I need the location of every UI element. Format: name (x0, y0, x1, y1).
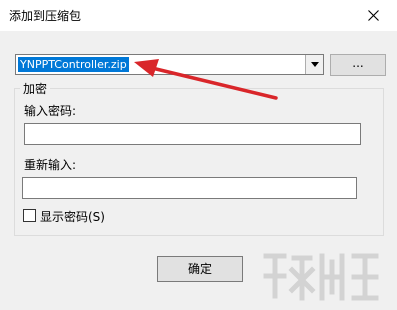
confirm-password-input[interactable] (22, 177, 357, 199)
chevron-down-icon (311, 62, 319, 67)
confirm-password-label: 重新输入: (24, 158, 77, 172)
watermark-logo (263, 253, 379, 301)
show-password-checkbox[interactable] (23, 209, 36, 222)
archive-name-value[interactable]: YNPPTController.zip (18, 57, 129, 72)
ok-button[interactable]: 确定 (157, 256, 243, 282)
encryption-group-label: 加密 (20, 80, 51, 97)
close-button[interactable] (351, 0, 397, 31)
browse-button[interactable]: ... (330, 54, 386, 76)
add-to-archive-dialog: 添加到压缩包 YNPPTController.zip ... 加密 输入密码: … (0, 0, 397, 310)
combobox-dropdown-button[interactable] (305, 55, 323, 74)
password-label: 输入密码: (24, 104, 77, 118)
dialog-title: 添加到压缩包 (9, 9, 82, 23)
show-password-label[interactable]: 显示密码(S) (40, 208, 105, 225)
close-icon (368, 10, 379, 21)
password-input[interactable] (24, 123, 361, 145)
title-bar: 添加到压缩包 (0, 0, 397, 31)
archive-name-combobox[interactable]: YNPPTController.zip (15, 54, 324, 75)
